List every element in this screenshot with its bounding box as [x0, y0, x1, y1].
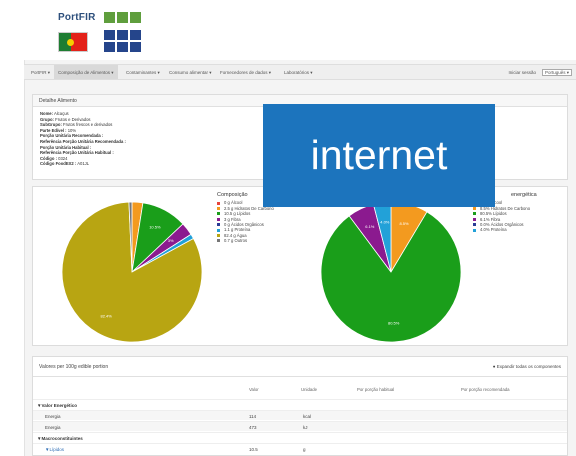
detail-value: Alcaçus	[53, 111, 69, 116]
energy-pie-chart: 8.5% 80.5% 6.1% 4.0%	[320, 201, 462, 343]
detail-label: Código FoodEX2 :	[40, 161, 77, 167]
legend-swatch	[473, 212, 476, 216]
nav-composicao[interactable]: Composição de Alimentos ▾	[54, 65, 118, 79]
row-link[interactable]: ▼Lípidos	[45, 447, 64, 452]
nav-contaminantes[interactable]: Contaminantes ▾	[126, 70, 160, 76]
detail-value: 0324	[56, 155, 68, 161]
legend-swatch	[217, 212, 220, 216]
portugal-flag-icon	[58, 32, 88, 52]
expand-all-label: Expandir todas os componentes	[496, 364, 561, 369]
logo-blue-blocks	[104, 30, 141, 52]
detail-label: Porção Unitária Recomendada :	[40, 133, 104, 139]
login-link[interactable]: Iniciar sessão	[508, 70, 536, 75]
row-value: 114	[249, 414, 257, 419]
row-unit: kJ	[303, 425, 308, 430]
detail-label: Parte Edível :	[40, 127, 67, 133]
legend-label: 0.7 g Outros	[224, 238, 248, 244]
nav-portfir[interactable]: PortFIR ▾	[31, 70, 50, 76]
legend-swatch	[217, 207, 220, 211]
legend-swatch	[473, 207, 476, 211]
detail-label: Referência Porção Unitária Habitual :	[40, 150, 114, 156]
site-logo-text[interactable]: PortFIR	[58, 12, 96, 23]
col-porcao-recomendada: Por porção recomendada	[461, 387, 510, 392]
composition-pie-chart: 10.5% 3% 82.4%	[61, 201, 203, 343]
composition-pie-label: 82.4%	[101, 314, 113, 319]
logo-green-blocks	[104, 12, 141, 23]
legend-swatch	[217, 223, 220, 227]
expand-all-button[interactable]: ● Expandir todas os componentes	[493, 364, 561, 369]
legend-swatch	[217, 228, 220, 232]
values-heading: Valores per 100g edible portion	[39, 364, 109, 370]
legend-swatch	[473, 217, 476, 221]
table-row: Energia 473 kJ	[33, 421, 567, 431]
detail-label: Porção Unitária Habitual :	[40, 144, 92, 150]
detail-label: Nome:	[40, 111, 54, 116]
row-name: Energia	[45, 414, 61, 419]
values-panel: Valores per 100g edible portion ● Expand…	[32, 356, 568, 456]
legend-swatch	[217, 234, 220, 238]
col-valor: Valor	[249, 387, 259, 392]
table-row[interactable]: ▼Lípidos 10.5 g	[33, 443, 567, 453]
table-row[interactable]: ▼Macroconstituintes	[33, 432, 567, 442]
charts-panel: 10.5% 3% 82.4% Composição 0 g Álcool 2.5 g …	[32, 186, 568, 346]
legend-swatch	[217, 201, 220, 205]
row-name: ▼Valor Energético	[37, 403, 77, 408]
legend-swatch	[217, 217, 220, 221]
row-value: 473	[249, 425, 257, 430]
site-header: PortFIR	[24, 0, 576, 60]
detail-label: SubGrupo:	[40, 122, 62, 128]
nav-laboratorios[interactable]: Laboratórios ▾	[284, 70, 313, 76]
energy-pie-label: 8.5%	[399, 221, 409, 226]
composition-pie-label: 3%	[168, 238, 174, 243]
detail-value: A01JL	[76, 161, 90, 167]
row-value: 10.5	[249, 447, 258, 452]
values-header: Valores per 100g edible portion ● Expand…	[33, 357, 567, 377]
detail-label: Grupo:	[40, 116, 54, 122]
row-name: ▼Macroconstituintes	[37, 436, 83, 441]
table-row: Energia 114 kcal	[33, 410, 567, 420]
energy-pie-label: 6.1%	[365, 224, 375, 229]
table-row[interactable]: ▼Valor Energético	[33, 399, 567, 409]
legend-label: 4.0% Proteína	[480, 227, 507, 233]
nav-right: Iniciar sessão Português ▾	[508, 69, 572, 76]
col-unidade: Unidade	[301, 387, 318, 392]
row-name: Energia	[45, 425, 61, 430]
legend-swatch	[217, 239, 220, 243]
table-column-headers: Valor Unidade Por porção habitual Por po…	[33, 387, 567, 395]
composition-legend-item[interactable]: 0.7 g Outros	[217, 238, 274, 243]
row-unit: kcal	[303, 414, 312, 419]
nav-fornecedores[interactable]: Fornecedores de dados ▾	[220, 70, 271, 76]
energy-pie-label: 80.5%	[388, 320, 400, 325]
detail-value: Frutos frescos e derivados	[61, 122, 113, 128]
col-porcao-habitual: Por porção habitual	[357, 387, 395, 392]
detail-value: Frutos e Derivados	[53, 116, 91, 122]
nav-consumo[interactable]: Consumo alimentar ▾	[169, 70, 212, 76]
row-unit: g	[303, 447, 306, 452]
language-select[interactable]: Português ▾	[541, 69, 572, 76]
energy-legend-item[interactable]: 4.0% Proteína	[473, 227, 537, 232]
legend-swatch	[473, 223, 476, 227]
detail-label: Código :	[40, 155, 57, 161]
composition-pie-label: 10.5%	[149, 225, 161, 230]
energy-pie-label: 4.0%	[380, 219, 390, 224]
detail-label: Referência Porção Unitária Recomendada :	[40, 138, 126, 144]
main-navbar: PortFIR ▾ Composição de Alimentos ▾ Cont…	[24, 64, 576, 80]
row-name: ▼Lípidos	[45, 447, 64, 452]
legend-swatch	[473, 228, 476, 232]
detail-value: 10%	[66, 127, 77, 133]
internet-overlay-banner: internet	[263, 104, 495, 207]
